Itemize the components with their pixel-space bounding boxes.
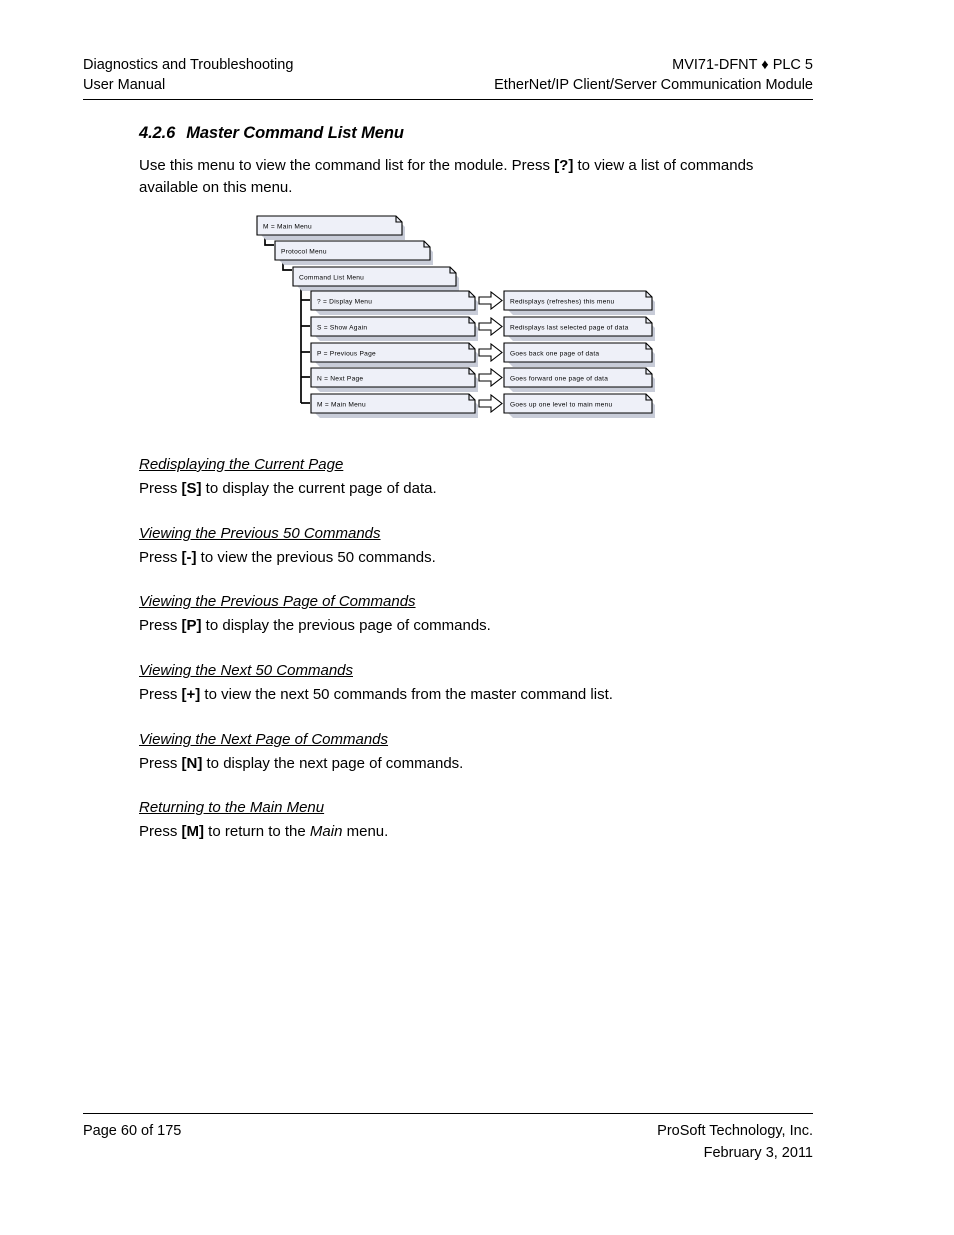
footer-date: February 3, 2011 — [703, 1145, 813, 1161]
subsection-body: Press [S] to display the current page of… — [139, 478, 799, 500]
diagram-option-key: ? = Display Menu — [317, 299, 372, 306]
arrow-right-icon — [478, 367, 503, 388]
subsection-returning-to-main-menu: Returning to the Main Menu Press [M] to … — [139, 797, 799, 843]
header-product-subtitle: EtherNet/IP Client/Server Communication … — [494, 77, 813, 93]
body-text-before: Press — [139, 617, 182, 634]
intro-text-before: Use this menu to view the command list f… — [139, 157, 555, 174]
body-key-label: [N] — [181, 755, 203, 772]
footer-page-number: Page 60 of 175 — [83, 1123, 182, 1139]
diagram-option-description: Goes forward one page of data — [510, 376, 608, 383]
intro-key-label: [?] — [554, 157, 574, 174]
body-key-label: [-] — [181, 549, 197, 566]
subsection-title: Redisplaying the Current Page — [139, 456, 344, 473]
body-key-label: [S] — [181, 480, 202, 497]
diagram-breadcrumb-boxes: M = Main Menu Protocol Menu Command List… — [256, 215, 459, 291]
subsection-body: Press [P] to display the previous page o… — [139, 615, 799, 637]
body-text-after: to view the previous 50 commands. — [196, 549, 436, 566]
footer-company-name: ProSoft Technology, Inc. — [657, 1123, 813, 1139]
body-text-middle: to return to the — [204, 823, 310, 840]
page-footer: Page 60 of 175 ProSoft Technology, Inc. … — [83, 1120, 813, 1164]
section-number: 4.2.6 — [139, 124, 176, 142]
subsection-body: Press [M] to return to the Main menu. — [139, 821, 799, 843]
diagram-option-description: Redisplays last selected page of data — [510, 325, 629, 332]
intro-paragraph: Use this menu to view the command list f… — [139, 155, 774, 199]
diagram-option-row: S = Show Again Redisplays last selected … — [310, 316, 655, 341]
header-divider — [83, 99, 813, 100]
diagram-box-label: Command List Menu — [299, 275, 364, 282]
body-key-label: [+] — [181, 686, 201, 703]
body-text-before: Press — [139, 480, 182, 497]
diagram-option-key: S = Show Again — [317, 325, 367, 332]
page-title: 4.2.6 Master Command List Menu — [139, 124, 404, 143]
subsection-title: Viewing the Previous 50 Commands — [139, 525, 381, 542]
diagram-option-row: P = Previous Page Goes back one page of … — [310, 342, 655, 367]
page-header: Diagnostics and Troubleshooting User Man… — [83, 55, 813, 95]
diagram-box-protocol-menu: Protocol Menu — [274, 240, 433, 265]
diagram-option-row: ? = Display Menu Redisplays (refreshes) … — [310, 290, 655, 315]
header-document-section: Diagnostics and Troubleshooting — [83, 57, 294, 73]
header-left-block: Diagnostics and Troubleshooting User Man… — [83, 55, 293, 95]
section-title: Master Command List Menu — [186, 124, 404, 142]
diagram-option-description: Redisplays (refreshes) this menu — [510, 299, 614, 306]
diagram-option-key: N = Next Page — [317, 376, 363, 383]
header-product-name: MVI71-DFNT ♦ PLC 5 — [672, 57, 813, 73]
subsection-redisplaying-current-page: Redisplaying the Current Page Press [S] … — [139, 454, 799, 500]
header-right-block: MVI71-DFNT ♦ PLC 5 EtherNet/IP Client/Se… — [494, 55, 813, 95]
header-document-type: User Manual — [83, 77, 166, 93]
subsection-title: Viewing the Next 50 Commands — [139, 662, 353, 679]
subsection-viewing-next-50-commands: Viewing the Next 50 Commands Press [+] t… — [139, 660, 799, 706]
diagram-option-key: P = Previous Page — [317, 351, 376, 358]
arrow-right-icon — [478, 290, 503, 311]
body-key-label: [M] — [181, 823, 205, 840]
body-text-after: menu. — [342, 823, 389, 840]
subsection-title: Viewing the Previous Page of Commands — [139, 593, 416, 610]
diagram-option-row: M = Main Menu Goes up one level to main … — [310, 393, 655, 418]
diagram-box-main-menu: M = Main Menu — [256, 215, 405, 240]
body-text-after: to view the next 50 commands from the ma… — [200, 686, 613, 703]
footer-divider — [83, 1113, 813, 1114]
body-text-before: Press — [139, 823, 182, 840]
arrow-right-icon — [478, 393, 503, 414]
diagram-option-description: Goes up one level to main menu — [510, 402, 613, 409]
menu-hierarchy-diagram: M = Main Menu Protocol Menu Command List… — [250, 205, 660, 420]
subsection-viewing-previous-50-commands: Viewing the Previous 50 Commands Press [… — [139, 523, 799, 569]
subsection-title: Returning to the Main Menu — [139, 799, 325, 816]
subsection-body: Press [-] to view the previous 50 comman… — [139, 547, 799, 569]
footer-right-block: ProSoft Technology, Inc. February 3, 201… — [657, 1120, 813, 1164]
diagram-option-description: Goes back one page of data — [510, 351, 599, 358]
diagram-box-label: M = Main Menu — [263, 224, 312, 231]
diagram-box-label: Protocol Menu — [281, 249, 327, 256]
body-text-after: to display the next page of commands. — [202, 755, 464, 772]
subsection-body: Press [+] to view the next 50 commands f… — [139, 684, 799, 706]
subsection-viewing-previous-page-of-commands: Viewing the Previous Page of Commands Pr… — [139, 591, 799, 637]
body-text-after: to display the previous page of commands… — [201, 617, 491, 634]
body-emphasis: Main — [309, 823, 343, 840]
subsection-title: Viewing the Next Page of Commands — [139, 731, 389, 748]
body-text-before: Press — [139, 686, 182, 703]
body-text-before: Press — [139, 755, 182, 772]
arrow-right-icon — [478, 342, 503, 363]
diagram-option-row: N = Next Page Goes forward one page of d… — [310, 367, 655, 392]
subsection-viewing-next-page-of-commands: Viewing the Next Page of Commands Press … — [139, 729, 799, 775]
diagram-box-command-list-menu: Command List Menu — [292, 266, 459, 291]
subsection-body: Press [N] to display the next page of co… — [139, 753, 799, 775]
body-text-after: to display the current page of data. — [201, 480, 437, 497]
body-key-label: [P] — [181, 617, 202, 634]
arrow-right-icon — [478, 316, 503, 337]
body-text-before: Press — [139, 549, 182, 566]
diagram-option-key: M = Main Menu — [317, 402, 366, 409]
